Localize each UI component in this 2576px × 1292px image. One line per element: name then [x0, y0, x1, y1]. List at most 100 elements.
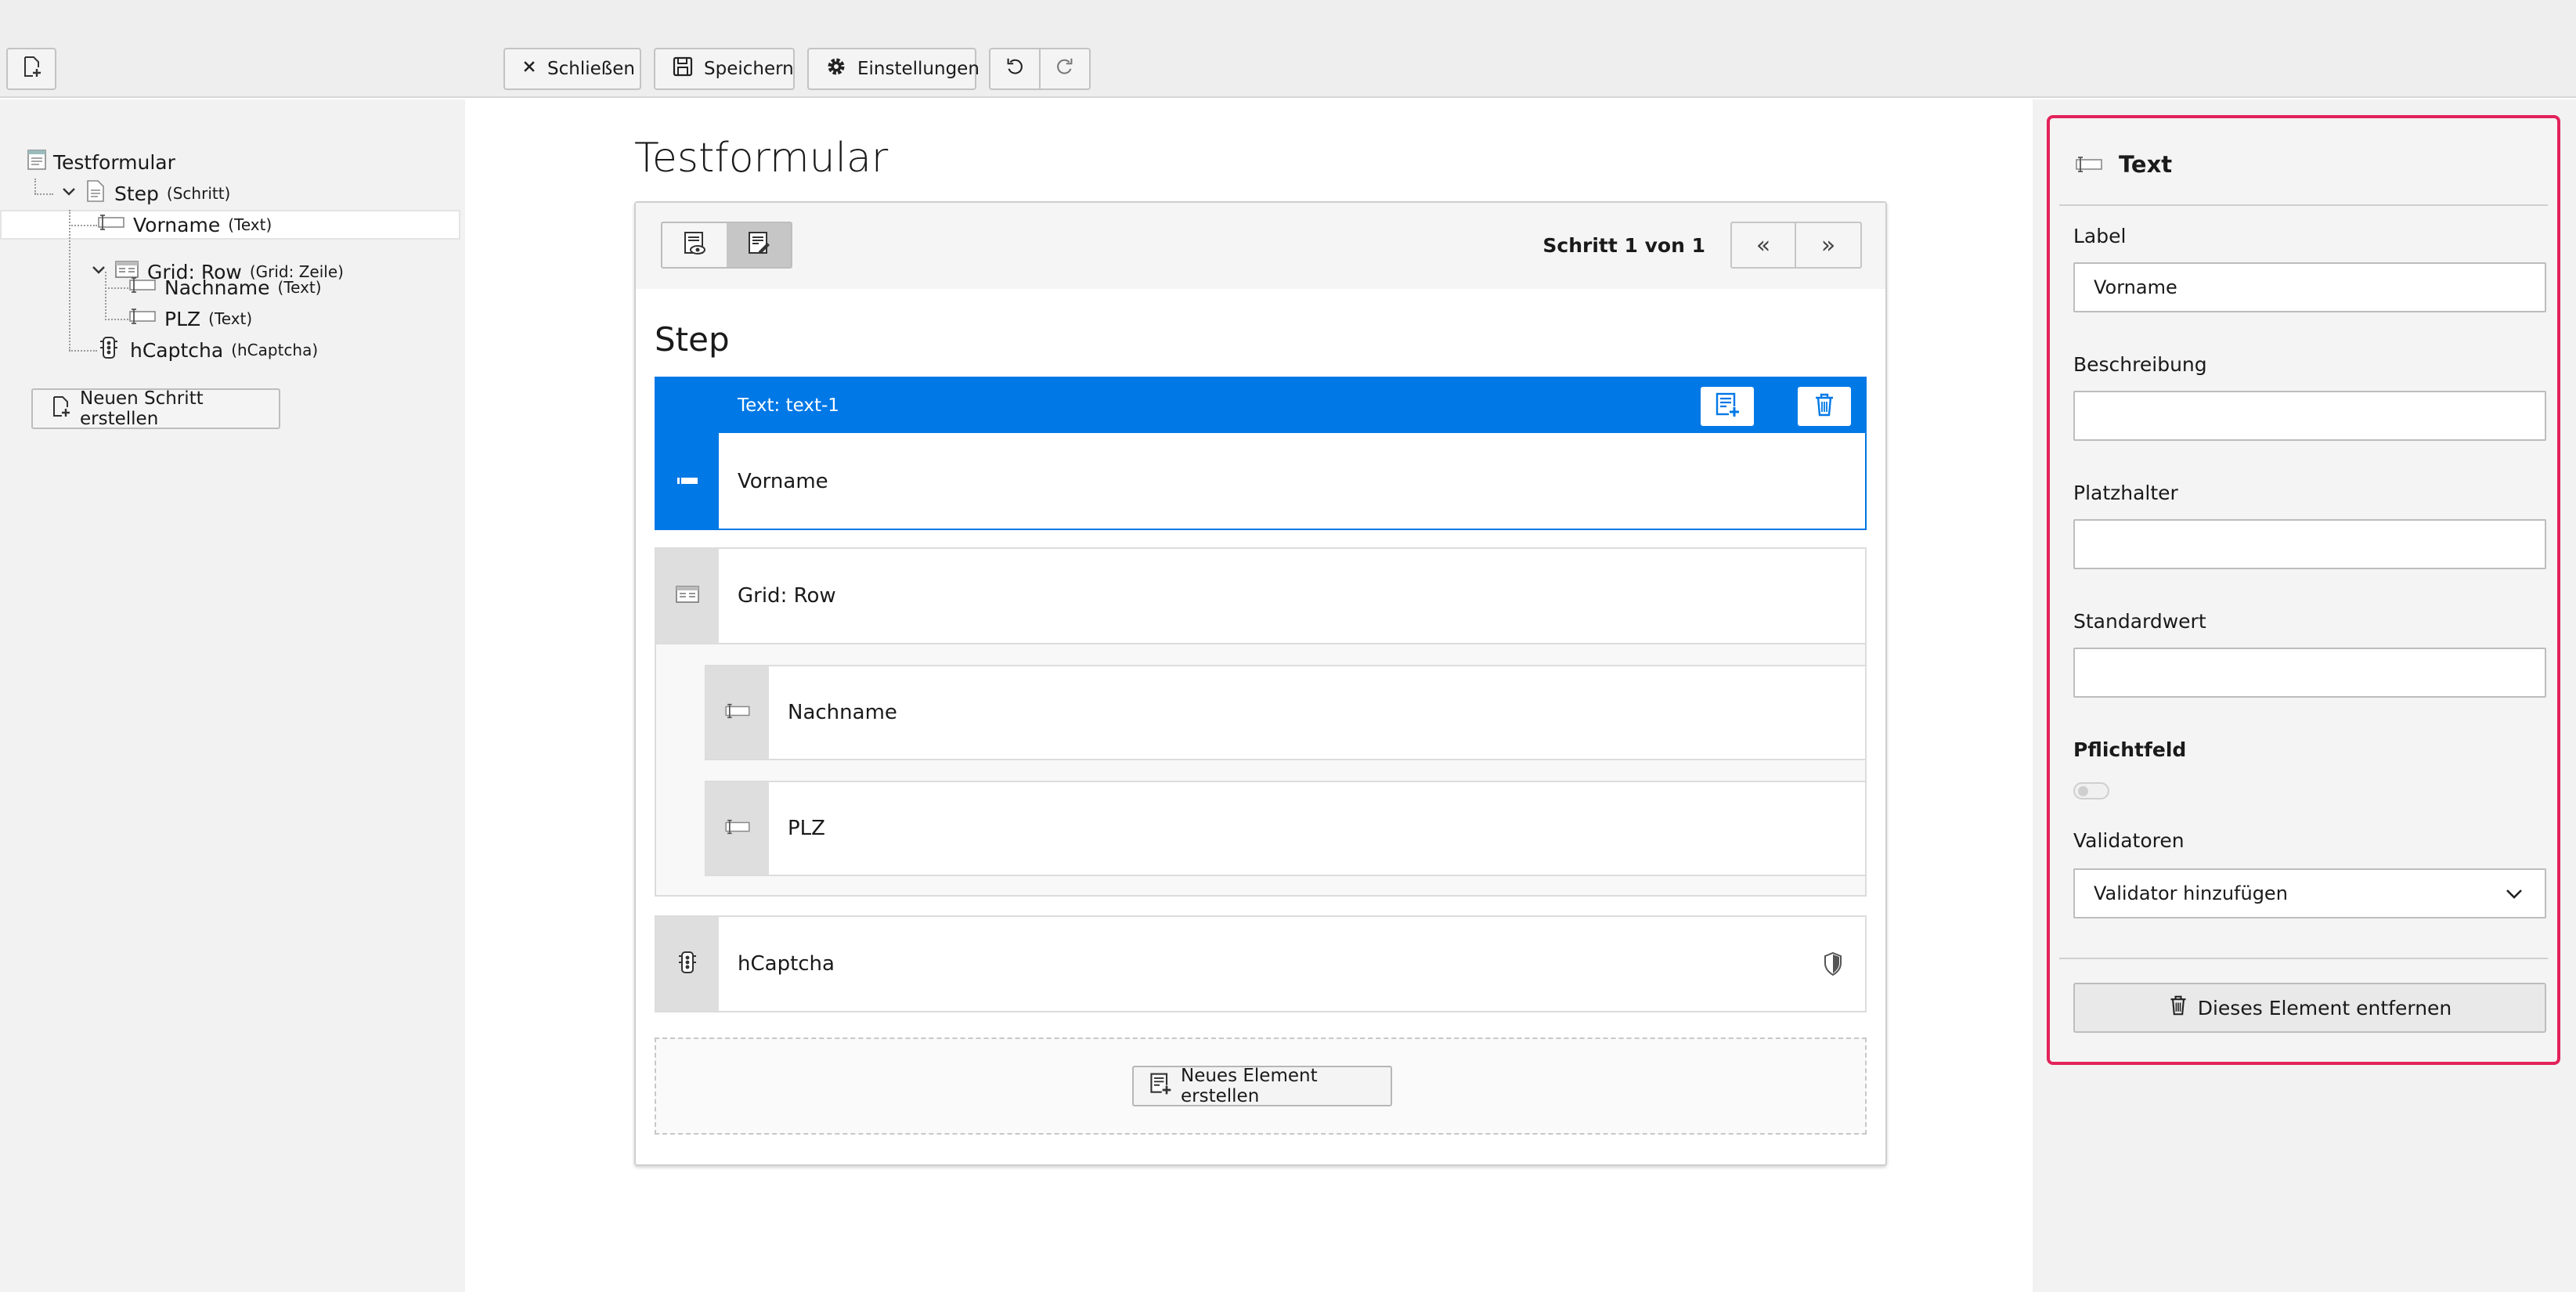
form-icon [25, 148, 49, 176]
close-button-label: Schließen [547, 59, 635, 79]
text-field-icon [97, 212, 125, 237]
save-button-label: Speichern [704, 59, 794, 79]
element-type-gutter [656, 433, 719, 530]
step-pager: « » [1730, 222, 1862, 269]
validators-caption: Validatoren [2073, 829, 2185, 852]
tree-item-type: (Schritt) [166, 184, 231, 203]
element-nachname[interactable]: Nachname [705, 665, 1867, 760]
step-page-icon [85, 179, 106, 208]
edit-mode-button[interactable] [727, 223, 791, 267]
new-element-button[interactable]: Neues Element erstellen [1132, 1066, 1392, 1106]
new-form-button[interactable] [6, 48, 56, 90]
inspector-header: Text [2059, 118, 2548, 206]
description-input[interactable] [2073, 391, 2546, 441]
edit-form-icon [745, 230, 772, 260]
top-toolbar: Schließen Speichern Einstellungen [0, 0, 2576, 98]
default-value-caption: Standardwert [2073, 610, 2206, 633]
save-button[interactable]: Speichern [654, 48, 795, 90]
tree-line [34, 193, 53, 195]
hcaptcha-icon [97, 335, 121, 365]
insert-element-button[interactable] [1701, 387, 1754, 426]
element-plz[interactable]: PLZ [705, 781, 1867, 876]
new-document-icon [20, 55, 43, 83]
label-input[interactable] [2073, 262, 2546, 312]
step-indicator: Schritt 1 von 1 [1542, 234, 1705, 257]
validator-select-value: Validator hinzufügen [2094, 882, 2288, 904]
required-toggle[interactable] [2073, 782, 2109, 799]
close-button[interactable]: Schließen [503, 48, 641, 90]
tree-item-hcaptcha[interactable]: hCaptcha (hCaptcha) [97, 334, 318, 366]
close-icon [521, 58, 538, 80]
tree-item-step[interactable]: Step (Schritt) [60, 178, 230, 209]
tree-line [69, 225, 97, 226]
tree-item-type: (Text) [277, 278, 322, 297]
element-type-gutter [706, 782, 769, 875]
element-label: Grid: Row [738, 584, 836, 608]
tree-item-form[interactable]: Testformular [25, 146, 175, 178]
tree-item-plz[interactable]: PLZ (Text) [128, 303, 252, 334]
trash-icon [1813, 392, 1836, 420]
element-label: hCaptcha [738, 952, 835, 976]
new-step-label: Neuen Schritt erstellen [80, 388, 204, 429]
tree-item-vorname[interactable]: Vorname (Text) [97, 209, 272, 240]
stage-header: Schritt 1 von 1 « » [636, 203, 1885, 289]
hcaptcha-icon [676, 950, 699, 978]
chevron-down-icon[interactable] [60, 182, 78, 205]
text-field-icon [128, 275, 157, 300]
undo-button[interactable] [989, 48, 1041, 90]
placeholder-caption: Platzhalter [2073, 482, 2178, 504]
view-mode-toggle [661, 222, 792, 269]
default-value-input[interactable] [2073, 648, 2546, 698]
text-field-icon [724, 817, 751, 839]
element-type-gutter [656, 549, 719, 643]
tree-line [105, 287, 128, 289]
selected-element-identifier: Text: text-1 [738, 395, 839, 416]
selected-element-header: Text: text-1 [656, 378, 1865, 433]
previous-step-button[interactable]: « [1732, 223, 1796, 267]
undo-icon [1004, 56, 1026, 82]
element-label: PLZ [788, 817, 825, 840]
text-field-icon [676, 475, 699, 489]
delete-element-button[interactable] [1798, 387, 1851, 426]
element-type-gutter [656, 917, 719, 1011]
new-step-button[interactable]: Neuen Schritt erstellen [31, 388, 280, 429]
tree-item-label: Nachname [164, 276, 270, 299]
tree-item-nachname[interactable]: Nachname (Text) [128, 272, 322, 303]
selected-element-vorname[interactable]: Text: text-1 Vorname [655, 377, 1867, 530]
new-element-dropzone: Neues Element erstellen [655, 1038, 1867, 1135]
tree-line [105, 319, 128, 320]
validator-select[interactable]: Validator hinzufügen [2073, 868, 2546, 918]
tree-item-type: (Text) [208, 309, 253, 328]
next-step-button[interactable]: » [1796, 223, 1860, 267]
preview-mode-button[interactable] [662, 223, 727, 267]
tree-item-label: PLZ [164, 307, 201, 330]
gear-icon [824, 55, 848, 83]
grid-row-element[interactable]: Grid: Row Nachname PLZ [655, 547, 1867, 897]
grid-icon [675, 584, 700, 608]
text-field-icon [2075, 154, 2103, 178]
shield-icon [1823, 951, 1843, 980]
element-hcaptcha[interactable]: hCaptcha [655, 915, 1867, 1012]
redo-button[interactable] [1039, 48, 1091, 90]
remove-element-button[interactable]: Dieses Element entfernen [2073, 983, 2546, 1033]
label-caption: Label [2073, 225, 2127, 247]
preview-icon [681, 230, 708, 260]
tree-line [69, 210, 70, 351]
tree-item-label: Step [114, 182, 159, 205]
save-icon [671, 55, 695, 83]
tree-item-type: (Text) [228, 215, 272, 234]
form-stage: Schritt 1 von 1 « » Step Text: text-1 Vo… [634, 201, 1887, 1166]
chevron-down-icon[interactable] [89, 260, 108, 283]
description-caption: Beschreibung [2073, 353, 2207, 376]
element-type-gutter [706, 666, 769, 759]
add-element-icon [1713, 391, 1741, 422]
add-element-icon [1148, 1071, 1173, 1101]
tree-item-label: hCaptcha [130, 338, 224, 362]
settings-button[interactable]: Einstellungen [807, 48, 980, 90]
tree-item-label: Testformular [53, 150, 175, 174]
element-inspector: Text Label Beschreibung Platzhalter Stan… [2047, 115, 2560, 1065]
placeholder-input[interactable] [2073, 519, 2546, 569]
chevrons-left-icon: « [1755, 231, 1771, 259]
element-label: Vorname [738, 470, 828, 493]
trash-icon [2168, 994, 2188, 1022]
